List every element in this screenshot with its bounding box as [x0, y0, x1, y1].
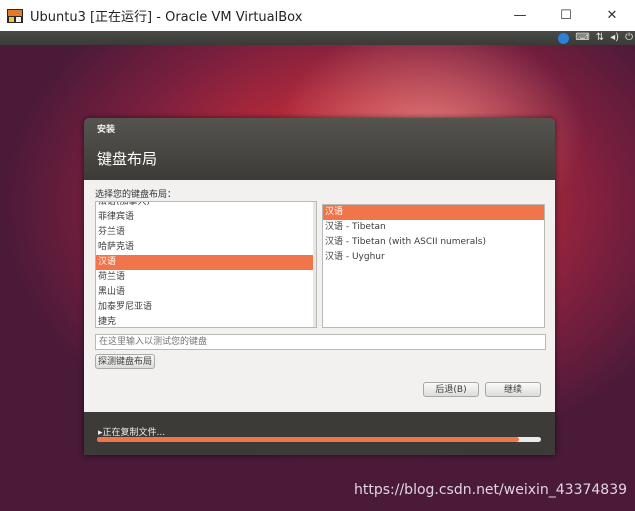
- detect-layout-button[interactable]: 探测键盘布局: [95, 354, 155, 369]
- watermark: https://blog.csdn.net/weixin_43374839: [354, 482, 628, 498]
- list-item[interactable]: 黑山语: [96, 285, 316, 300]
- list-item[interactable]: 菲律宾语: [96, 210, 316, 225]
- variant-list[interactable]: 汉语 汉语 - Tibetan 汉语 - Tibetan (with ASCII…: [322, 204, 545, 328]
- guest-indicators: ⌨ ⇅ ◂) ⏻: [558, 31, 633, 45]
- list-item[interactable]: 捷克: [96, 315, 316, 327]
- maximize-button[interactable]: ☐: [543, 0, 589, 31]
- close-button[interactable]: ✕: [589, 0, 635, 31]
- list-item[interactable]: 汉语 - Tibetan (with ASCII numerals): [323, 235, 544, 250]
- install-progress-bar: [97, 437, 541, 442]
- list-item[interactable]: 汉语 - Tibetan: [323, 220, 544, 235]
- minimize-button[interactable]: —: [497, 0, 543, 31]
- list-item[interactable]: 加泰罗尼亚语: [96, 300, 316, 315]
- list-item-selected[interactable]: 汉语: [96, 255, 316, 270]
- layout-prompt-label: 选择您的键盘布局：: [95, 190, 177, 200]
- virtualbox-app-icon: [7, 8, 23, 23]
- installer-window: 安装 键盘布局 选择您的键盘布局： 法语(加拿大) 菲律宾语 芬兰语 哈萨克语 …: [84, 118, 555, 455]
- installer-header: 安装 键盘布局: [84, 118, 555, 180]
- installer-window-title: 安装: [97, 125, 116, 135]
- power-icon[interactable]: ⏻: [625, 31, 633, 45]
- network-icon[interactable]: ⇅: [596, 31, 604, 45]
- list-item[interactable]: 芬兰语: [96, 225, 316, 240]
- list-item-selected[interactable]: 汉语: [323, 205, 544, 220]
- list-item[interactable]: 法语(加拿大): [96, 202, 316, 210]
- keyboard-icon[interactable]: ⌨: [575, 31, 589, 45]
- install-progress-fill: [97, 437, 519, 442]
- installer-footer: ▸正在复制文件...: [84, 412, 555, 455]
- list-item[interactable]: 荷兰语: [96, 270, 316, 285]
- list-item[interactable]: 汉语 - Uyghur: [323, 250, 544, 265]
- list-item[interactable]: 哈萨克语: [96, 240, 316, 255]
- back-button[interactable]: 后退(B): [423, 382, 479, 397]
- layout-list[interactable]: 法语(加拿大) 菲律宾语 芬兰语 哈萨克语 汉语 荷兰语 黑山语 加泰罗尼亚语 …: [95, 201, 317, 328]
- volume-icon[interactable]: ◂): [610, 31, 619, 45]
- page-title: 键盘布局: [97, 150, 158, 168]
- virtualbox-window: Ubuntu3 [正在运行] - Oracle VM VirtualBox — …: [0, 0, 635, 511]
- installer-body: 选择您的键盘布局： 法语(加拿大) 菲律宾语 芬兰语 哈萨克语 汉语 荷兰语 黑…: [84, 180, 555, 412]
- layout-list-scrollbar[interactable]: [313, 202, 316, 327]
- title-bar[interactable]: Ubuntu3 [正在运行] - Oracle VM VirtualBox — …: [0, 0, 635, 31]
- window-controls: — ☐ ✕: [497, 0, 635, 31]
- continue-button[interactable]: 继续: [485, 382, 541, 397]
- accessibility-icon[interactable]: [558, 32, 570, 44]
- window-title: Ubuntu3 [正在运行] - Oracle VM VirtualBox: [30, 10, 303, 25]
- guest-top-panel: ⌨ ⇅ ◂) ⏻: [0, 31, 635, 45]
- keyboard-test-input[interactable]: [95, 334, 546, 350]
